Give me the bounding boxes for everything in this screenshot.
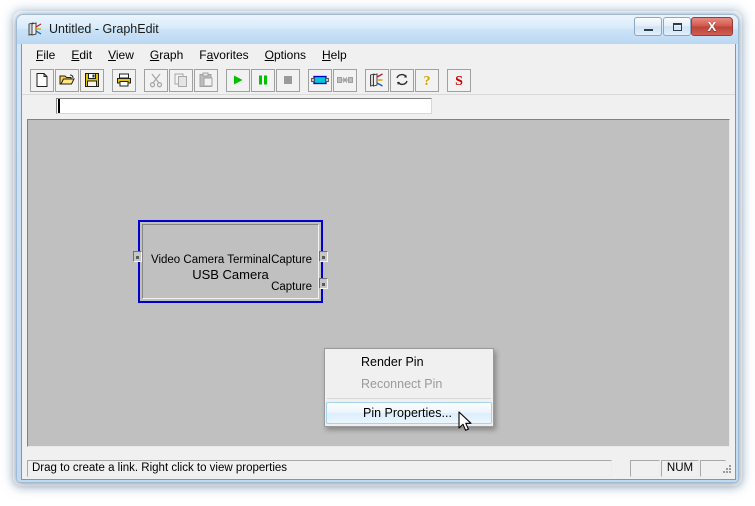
- menu-favorites[interactable]: Favorites: [191, 46, 256, 64]
- minimize-button[interactable]: [634, 17, 662, 36]
- toolbar-separator: [105, 69, 112, 92]
- new-document-icon: [36, 73, 48, 87]
- output-pin-1-label: Capture: [271, 281, 312, 293]
- toolbar-separator: [137, 69, 144, 92]
- input-pin-0[interactable]: [133, 251, 142, 262]
- paste-button[interactable]: [194, 68, 218, 92]
- output-pin-0[interactable]: [319, 251, 328, 262]
- floppy-disk-icon: [85, 73, 99, 87]
- status-pane-1: [630, 460, 660, 477]
- context-menu-item-pin-properties[interactable]: Pin Properties...: [326, 402, 492, 424]
- toolbar-input-strip: [22, 95, 735, 118]
- copy-pages-icon: [174, 73, 187, 87]
- filter-name-label: USB Camera: [192, 267, 269, 282]
- output-pin-0-label: Capture: [271, 254, 312, 266]
- output-pin-1[interactable]: [319, 278, 328, 289]
- menu-bar: File Edit View Graph Favorites Options H…: [22, 44, 735, 66]
- graph-properties-button[interactable]: [365, 68, 389, 92]
- title-bar[interactable]: Untitled - GraphEdit X: [17, 15, 738, 44]
- filter-block-icon: [311, 75, 329, 85]
- svg-text:?: ?: [424, 74, 431, 88]
- toolbar-separator: [219, 69, 226, 92]
- open-button[interactable]: [55, 68, 79, 92]
- toolbar-separator: [358, 69, 365, 92]
- status-message: Drag to create a link. Right click to vi…: [27, 460, 612, 477]
- text-caret: [58, 99, 60, 113]
- graph-canvas[interactable]: Video Camera Terminal USB Camera Capture…: [27, 119, 730, 447]
- refresh-arrows-icon: [396, 73, 408, 86]
- client-area: File Edit View Graph Favorites Options H…: [21, 44, 736, 480]
- graphedit-filter-icon: [26, 21, 44, 39]
- filter-vendor-label: Video Camera Terminal: [151, 254, 271, 266]
- question-mark-icon: ?: [424, 74, 431, 88]
- menu-file[interactable]: File: [28, 46, 63, 64]
- connect-button[interactable]: [333, 68, 357, 92]
- play-button[interactable]: [226, 68, 250, 92]
- menu-graph[interactable]: Graph: [142, 46, 191, 64]
- minimize-icon: [635, 18, 661, 35]
- maximize-icon: [664, 18, 690, 35]
- toolbar-separator: [301, 69, 308, 92]
- filter-node-usb-camera[interactable]: Video Camera Terminal USB Camera Capture…: [133, 220, 328, 303]
- pause-button[interactable]: [251, 68, 275, 92]
- clipboard-icon: [199, 72, 213, 87]
- open-folder-icon: [59, 74, 75, 85]
- menu-edit[interactable]: Edit: [63, 46, 100, 64]
- window-title: Untitled - GraphEdit: [49, 22, 159, 36]
- connect-pins-icon: [337, 77, 353, 83]
- status-bar: Drag to create a link. Right click to vi…: [22, 457, 735, 479]
- svg-text:S: S: [455, 74, 463, 88]
- menu-help[interactable]: Help: [314, 46, 355, 64]
- script-button[interactable]: S: [447, 68, 471, 92]
- copy-button[interactable]: [169, 68, 193, 92]
- close-button[interactable]: X: [691, 17, 733, 36]
- stop-square-icon: [284, 76, 292, 84]
- printer-icon: [117, 73, 131, 87]
- toolbar-separator: [440, 69, 447, 92]
- insert-filter-button[interactable]: [308, 68, 332, 92]
- close-icon: X: [707, 19, 717, 34]
- graphedit-filter-icon: [369, 73, 383, 87]
- status-pane-num: NUM: [661, 460, 699, 477]
- scissors-icon: [149, 73, 163, 88]
- menu-view[interactable]: View: [100, 46, 142, 64]
- play-triangle-icon: [234, 75, 243, 85]
- print-button[interactable]: [112, 68, 136, 92]
- letter-s-icon: S: [455, 74, 463, 88]
- pause-bars-icon: [259, 75, 267, 85]
- save-button[interactable]: [80, 68, 104, 92]
- cut-button[interactable]: [144, 68, 168, 92]
- context-menu-separator: [327, 398, 491, 399]
- toolbar: ? S: [22, 66, 735, 95]
- stop-button[interactable]: [276, 68, 300, 92]
- pin-context-menu: Render Pin Reconnect Pin Pin Properties.…: [324, 348, 494, 427]
- graphedit-window: Untitled - GraphEdit X File Edit View Gr…: [16, 14, 739, 483]
- context-menu-item-reconnect-pin: Reconnect Pin: [361, 377, 443, 391]
- new-button[interactable]: [30, 68, 54, 92]
- graph-path-input[interactable]: [56, 98, 432, 114]
- maximize-button[interactable]: [663, 17, 691, 36]
- refresh-button[interactable]: [390, 68, 414, 92]
- filter-node-body: Video Camera Terminal USB Camera Capture…: [142, 224, 319, 299]
- menu-options[interactable]: Options: [257, 46, 314, 64]
- context-menu-item-render-pin[interactable]: Render Pin: [325, 351, 493, 373]
- help-button[interactable]: ?: [415, 68, 439, 92]
- resize-grip[interactable]: [720, 464, 733, 477]
